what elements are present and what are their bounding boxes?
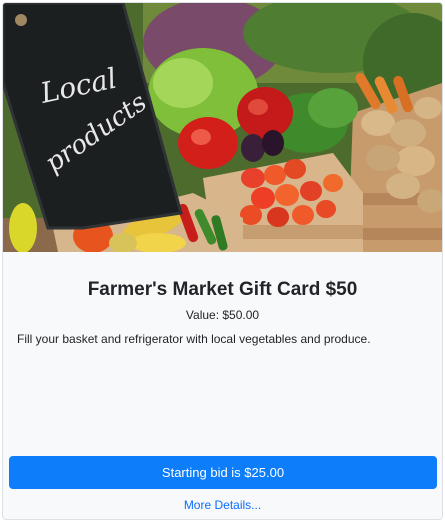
item-card: Local products Farmer's Market Gift Card… bbox=[2, 2, 443, 520]
card-description: Fill your basket and refrigerator with l… bbox=[17, 332, 371, 346]
value-text: Value: $50.00 bbox=[185, 308, 260, 322]
more-details-link[interactable]: More Details... bbox=[3, 498, 442, 512]
product-image: Local products bbox=[3, 3, 442, 252]
card-title: Farmer's Market Gift Card $50 bbox=[87, 279, 358, 300]
starting-bid-button[interactable]: Starting bid is $25.00 bbox=[9, 456, 437, 489]
